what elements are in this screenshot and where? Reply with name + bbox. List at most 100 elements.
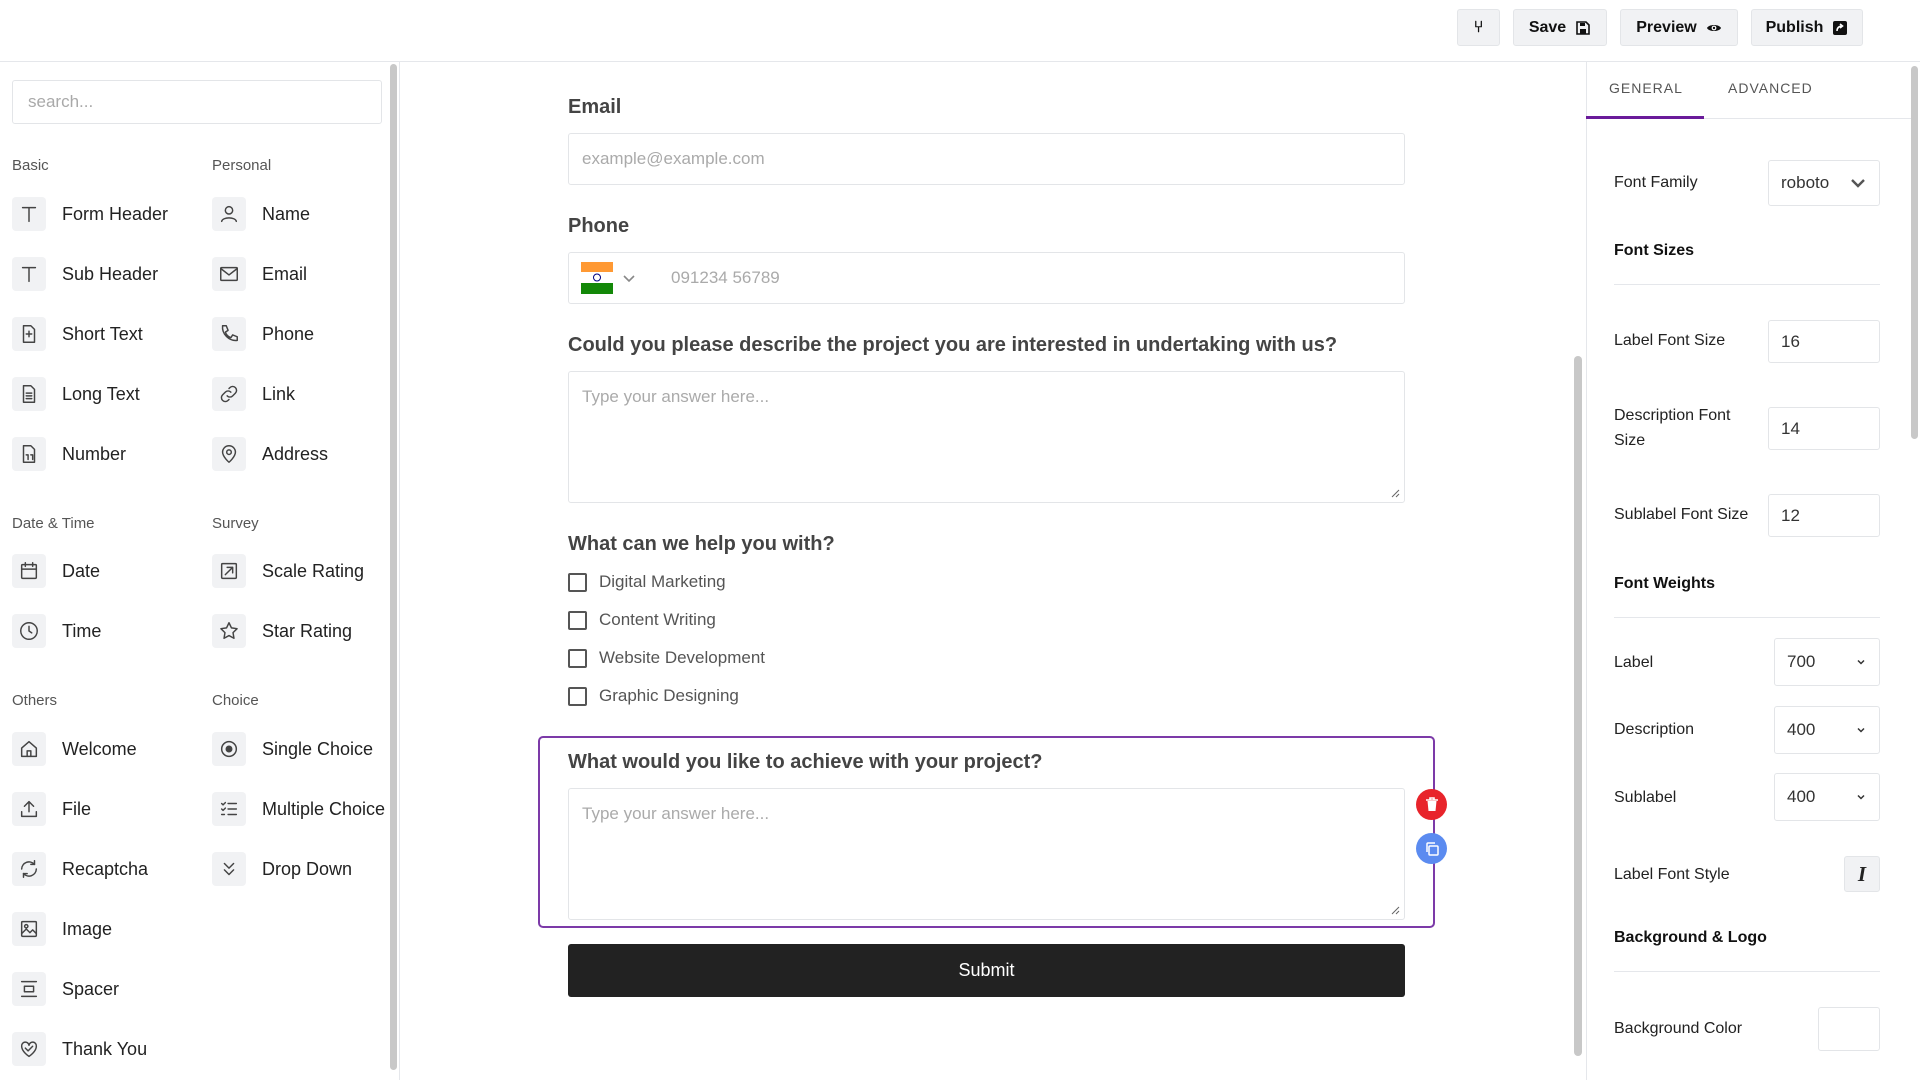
email-field[interactable]: example@example.com (568, 133, 1405, 185)
double-chevron-down-icon (223, 862, 235, 876)
branch-button[interactable]: ⑂ (1457, 9, 1500, 46)
palette-item-scale-rating[interactable]: Scale Rating (212, 551, 364, 591)
tab-advanced[interactable]: ADVANCED (1728, 80, 1813, 96)
radio-icon (220, 740, 238, 758)
palette-item-label: Welcome (62, 738, 137, 759)
option-graphic-designing[interactable]: Graphic Designing (568, 686, 739, 706)
background-color-swatch[interactable] (1818, 1007, 1880, 1051)
option-digital-marketing[interactable]: Digital Marketing (568, 572, 726, 592)
divider (1614, 617, 1880, 618)
delete-field-button[interactable] (1416, 789, 1447, 820)
palette-item-short-text[interactable]: Short Text (12, 314, 143, 354)
help-with-label: What can we help you with? (568, 533, 835, 555)
palette-item-label: File (62, 798, 92, 819)
section-title-personal: Personal (212, 157, 272, 174)
label-weight-select[interactable]: 700 (1774, 638, 1880, 686)
save-label: Save (1528, 18, 1567, 36)
chevron-down-icon (623, 275, 635, 283)
font-family-select[interactable]: roboto (1768, 160, 1880, 206)
section-title-choice: Choice (212, 692, 259, 709)
publish-button[interactable]: Publish (1751, 9, 1863, 46)
palette-item-label: Thank You (62, 1038, 148, 1059)
settings-scrollbar[interactable] (1911, 66, 1918, 439)
palette-item-name[interactable]: Name (212, 194, 310, 234)
upload-icon (20, 800, 38, 818)
checkbox[interactable] (568, 572, 587, 592)
palette-item-thank-you[interactable]: Thank You (12, 1029, 147, 1069)
palette-item-time[interactable]: Time (12, 611, 101, 651)
sublabel-weight-value: 400 (1787, 787, 1816, 806)
description-weight-value: 400 (1787, 720, 1816, 739)
palette-item-label: Spacer (62, 978, 120, 999)
palette-item-label: Address (262, 443, 329, 464)
tab-general[interactable]: GENERAL (1609, 80, 1683, 96)
palette-item-label: Sub Header (62, 263, 159, 284)
font-weights-heading: Font Weights (1614, 575, 1716, 592)
achieve-textarea[interactable]: Type your answer here... (568, 788, 1405, 920)
sublabel-weight-select[interactable]: 400 (1774, 773, 1880, 821)
palette-item-single-choice[interactable]: Single Choice (212, 729, 373, 769)
email-placeholder: example@example.com (582, 149, 765, 168)
text-type-icon (21, 266, 37, 283)
italic-toggle-button[interactable]: I (1844, 856, 1880, 892)
option-website-development[interactable]: Website Development (568, 648, 765, 668)
palette-item-recaptcha[interactable]: Recaptcha (12, 849, 148, 889)
palette-item-label: Star Rating (262, 620, 353, 641)
active-tab-indicator (1586, 116, 1704, 119)
eye-icon (1706, 24, 1721, 31)
project-description-textarea[interactable]: Type your answer here... (568, 371, 1405, 503)
palette-search-input[interactable] (12, 80, 382, 124)
palette-item-welcome[interactable]: Welcome (12, 729, 137, 769)
palette-item-label: Form Header (62, 203, 169, 224)
link-icon (220, 385, 238, 403)
checkbox[interactable] (568, 610, 587, 630)
option-label: Digital Marketing (599, 572, 726, 591)
description-weight-label: Description (1614, 721, 1695, 738)
share-arrow-icon (1833, 20, 1848, 35)
palette-item-date[interactable]: Date (12, 551, 100, 591)
section-title-date-time: Date & Time (12, 515, 95, 532)
canvas-scrollbar[interactable] (1574, 356, 1582, 1056)
resize-handle-icon[interactable] (1391, 906, 1400, 915)
palette-item-link[interactable]: Link (212, 374, 295, 414)
palette-item-email[interactable]: Email (212, 254, 307, 294)
save-button[interactable]: Save (1513, 9, 1607, 46)
palette-item-label: Time (62, 620, 102, 641)
description-weight-select[interactable]: 400 (1774, 706, 1880, 754)
submit-button[interactable]: Submit (568, 944, 1405, 997)
description-font-size-input[interactable]: 14 (1768, 407, 1880, 450)
palette-item-number[interactable]: Number (12, 434, 126, 474)
option-content-writing[interactable]: Content Writing (568, 610, 716, 630)
palette-item-file[interactable]: File (12, 789, 91, 829)
palette-item-phone[interactable]: Phone (212, 314, 314, 354)
sublabel-font-size-input[interactable]: 12 (1768, 494, 1880, 537)
duplicate-field-button[interactable] (1416, 833, 1447, 864)
palette-item-multiple-choice[interactable]: Multiple Choice (212, 789, 385, 829)
palette-item-label: Multiple Choice (262, 798, 386, 819)
divider (1614, 284, 1880, 285)
palette-item-address[interactable]: Address (212, 434, 328, 474)
label-font-size-input[interactable]: 16 (1768, 320, 1880, 363)
palette-item-label: Long Text (62, 383, 140, 404)
country-selector[interactable] (581, 262, 663, 294)
palette-item-label: Name (262, 203, 311, 224)
palette-scrollbar[interactable] (390, 64, 397, 1070)
palette-item-long-text[interactable]: Long Text (12, 374, 140, 414)
palette-item-image[interactable]: Image (12, 909, 112, 949)
achieve-label: What would you like to achieve with your… (568, 751, 1043, 773)
palette-item-label: Single Choice (262, 738, 374, 759)
section-title-basic: Basic (12, 157, 49, 174)
preview-button[interactable]: Preview (1620, 9, 1738, 46)
checkbox[interactable] (568, 648, 587, 668)
palette-item-sub-header[interactable]: Sub Header (12, 254, 158, 294)
resize-handle-icon[interactable] (1391, 489, 1400, 498)
palette-item-form-header[interactable]: Form Header (12, 194, 168, 234)
phone-field[interactable]: 091234 56789 (568, 252, 1405, 304)
palette-item-star-rating[interactable]: Star Rating (212, 611, 352, 651)
palette-item-spacer[interactable]: Spacer (12, 969, 119, 1009)
chevron-down-icon (1851, 179, 1865, 188)
palette-item-drop-down[interactable]: Drop Down (212, 849, 352, 889)
label-font-size-value: 16 (1781, 331, 1800, 351)
checkbox[interactable] (568, 686, 587, 706)
star-icon (220, 622, 238, 639)
